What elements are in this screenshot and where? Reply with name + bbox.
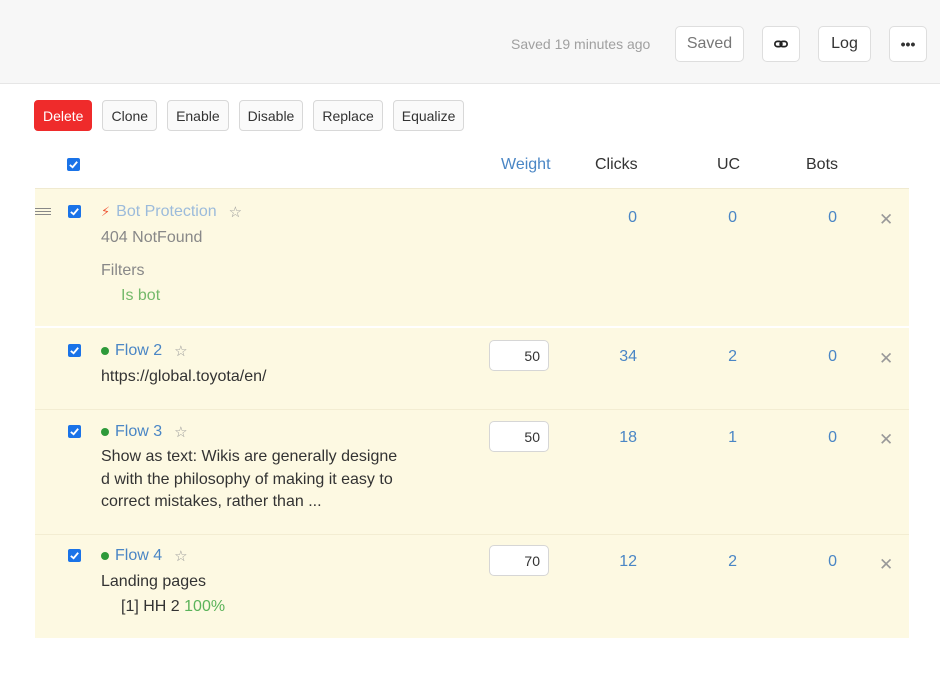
clicks-value[interactable]: 0 (597, 209, 637, 227)
flow-title: Flow 3 ☆ (101, 423, 188, 441)
remove-flow-icon[interactable]: ✕ (879, 210, 893, 230)
row-checkbox[interactable] (68, 344, 81, 357)
active-status-dot-icon (101, 428, 109, 436)
active-status-dot-icon (101, 552, 109, 560)
checkmark-icon (69, 161, 78, 169)
flow-url-text: https://global.toyota/en/ (101, 368, 267, 385)
active-status-dot-icon (101, 347, 109, 355)
uc-value[interactable]: 1 (697, 429, 737, 447)
bots-value[interactable]: 0 (797, 209, 837, 227)
flow-title: Flow 4 ☆ (101, 547, 188, 565)
checkmark-icon (70, 552, 79, 560)
equalize-button[interactable]: Equalize (392, 100, 465, 131)
replace-button[interactable]: Replace (313, 100, 383, 131)
flow-name-link[interactable]: Flow 4 (115, 547, 162, 565)
uc-value[interactable]: 2 (697, 553, 737, 571)
flow-description-text: Show as text: Wikis are generally design… (101, 448, 398, 510)
landing-page-item: [1] HH 2 100% (121, 598, 225, 616)
remove-flow-icon[interactable]: ✕ (879, 349, 893, 369)
flow-row: Flow 3 ☆ Show as text: Wikis are general… (35, 409, 909, 534)
flow-action-text: 404 NotFound (101, 229, 203, 246)
landing-page-share: 100% (184, 598, 226, 615)
clicks-value[interactable]: 18 (597, 429, 637, 447)
remove-flow-icon[interactable]: ✕ (879, 555, 893, 575)
star-icon[interactable]: ☆ (174, 423, 187, 441)
flow-row: ⚡︎ Bot Protection ☆ 404 NotFound Filters… (35, 188, 909, 326)
weight-input[interactable] (489, 421, 549, 452)
flow-row: Flow 4 ☆ Landing pages [1] HH 2 100% 12 … (35, 534, 909, 638)
bots-value[interactable]: 0 (797, 429, 837, 447)
column-header-bots: Bots (806, 156, 839, 173)
bolt-icon: ⚡︎ (101, 204, 111, 219)
weight-input[interactable] (489, 340, 549, 371)
clicks-value[interactable]: 34 (597, 348, 637, 366)
bulk-action-toolbar: Delete Clone Enable Disable Replace Equa… (34, 100, 465, 131)
delete-button[interactable]: Delete (34, 100, 93, 131)
clone-button[interactable]: Clone (102, 100, 158, 131)
saved-button[interactable]: Saved (675, 26, 744, 62)
remove-flow-icon[interactable]: ✕ (879, 430, 893, 450)
landing-pages-label: Landing pages (101, 573, 206, 590)
column-header-weight[interactable]: Weight (501, 156, 551, 174)
flow-name-link[interactable]: Bot Protection (116, 203, 217, 221)
uc-value[interactable]: 0 (697, 209, 737, 227)
row-checkbox[interactable] (68, 205, 81, 218)
saved-status-text: Saved 19 minutes ago (511, 36, 651, 52)
uc-value[interactable]: 2 (697, 348, 737, 366)
link-icon (774, 40, 788, 48)
disable-button[interactable]: Disable (238, 100, 304, 131)
row-checkbox[interactable] (68, 549, 81, 562)
flow-name-link[interactable]: Flow 2 (115, 342, 162, 360)
row-checkbox[interactable] (68, 425, 81, 438)
bots-value[interactable]: 0 (797, 348, 837, 366)
enable-button[interactable]: Enable (167, 100, 229, 131)
weight-input[interactable] (489, 545, 549, 576)
checkmark-icon (70, 208, 79, 216)
flow-row: Flow 2 ☆ https://global.toyota/en/ 34 2 … (35, 328, 909, 409)
top-bar: Saved 19 minutes ago Saved Log ••• (0, 0, 940, 84)
flow-name-link[interactable]: Flow 3 (115, 423, 162, 441)
landing-page-name: [1] HH 2 (121, 598, 180, 615)
link-button[interactable] (762, 26, 800, 62)
column-header-uc: UC (717, 156, 741, 173)
filters-label: Filters (101, 262, 145, 279)
star-icon[interactable]: ☆ (174, 547, 187, 565)
star-icon[interactable]: ☆ (229, 203, 242, 221)
flow-title: Flow 2 ☆ (101, 342, 188, 360)
log-button[interactable]: Log (818, 26, 871, 62)
more-options-button[interactable]: ••• (889, 26, 927, 62)
select-all-checkbox[interactable] (67, 158, 80, 171)
flow-title: ⚡︎ Bot Protection ☆ (101, 203, 242, 221)
bots-value[interactable]: 0 (797, 553, 837, 571)
star-icon[interactable]: ☆ (174, 342, 187, 360)
drag-handle-icon[interactable] (35, 208, 51, 217)
more-icon: ••• (900, 36, 916, 52)
clicks-value[interactable]: 12 (597, 553, 637, 571)
checkmark-icon (70, 428, 79, 436)
filter-value: Is bot (121, 287, 161, 304)
checkmark-icon (70, 347, 79, 355)
column-header-clicks: Clicks (595, 156, 638, 173)
